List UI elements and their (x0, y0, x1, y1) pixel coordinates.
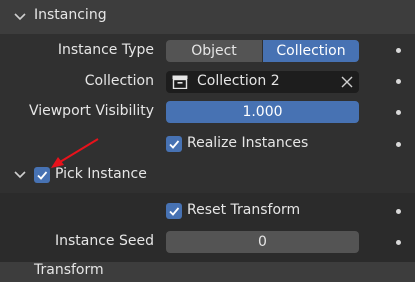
reset-transform-label[interactable]: Reset Transform (187, 202, 300, 218)
pick-instance-label[interactable]: Pick Instance (55, 166, 147, 182)
transform-panel-title: Transform (34, 262, 104, 278)
viewport-visibility-label: Viewport Visibility (28, 103, 154, 119)
collection-label: Collection (84, 73, 154, 89)
instance-seed-field[interactable]: 0 (166, 231, 359, 253)
keyframe-dot-icon[interactable] (396, 79, 401, 84)
realize-instances-checkbox[interactable] (166, 136, 182, 152)
chevron-down-icon[interactable] (12, 9, 28, 25)
reset-transform-checkbox[interactable] (166, 203, 182, 219)
viewport-visibility-slider[interactable]: 1.000 (166, 101, 359, 123)
chevron-down-icon[interactable] (12, 167, 28, 183)
close-icon[interactable] (340, 75, 354, 89)
checkmark-icon (169, 140, 180, 149)
checkmark-icon (169, 207, 180, 216)
collection-value: Collection 2 (197, 73, 280, 89)
instance-seed-label: Instance Seed (55, 233, 154, 249)
pick-instance-checkbox[interactable] (34, 167, 50, 183)
collection-icon (172, 75, 188, 90)
realize-instances-label[interactable]: Realize Instances (187, 135, 308, 151)
panel-title: Instancing (34, 7, 107, 23)
instance-type-object-option[interactable]: Object (166, 40, 262, 62)
keyframe-dot-icon[interactable] (396, 209, 401, 214)
instance-type-label: Instance Type (57, 42, 154, 58)
keyframe-dot-icon[interactable] (396, 240, 401, 245)
keyframe-dot-icon[interactable] (396, 142, 401, 147)
keyframe-dot-icon[interactable] (396, 48, 401, 53)
checkmark-icon (37, 171, 48, 180)
keyframe-dot-icon[interactable] (396, 110, 401, 115)
instance-type-collection-option[interactable]: Collection (263, 40, 359, 62)
